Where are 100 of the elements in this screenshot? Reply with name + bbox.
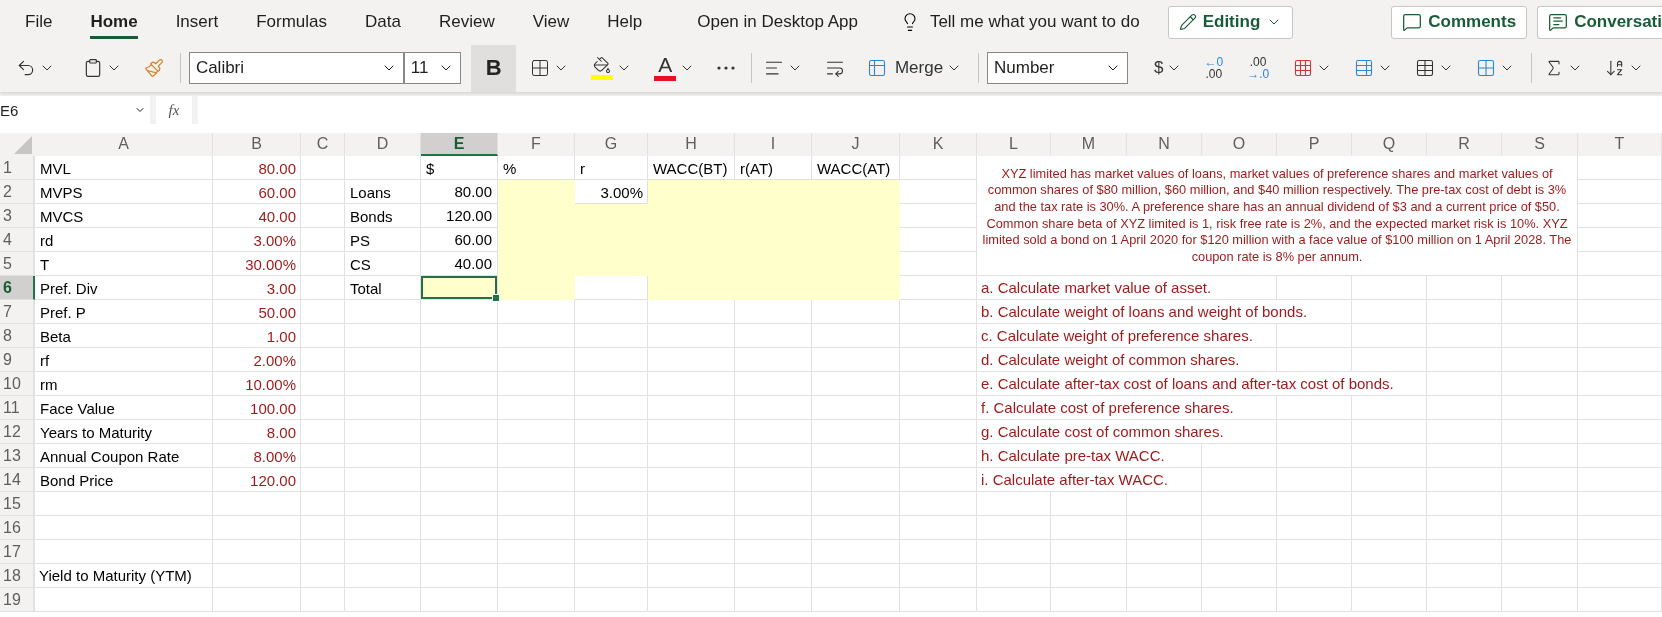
menu-tab[interactable]: Formulas [256, 5, 328, 39]
table-cell-text: 3.00% [599, 182, 644, 203]
increase-decimal-button[interactable]: ←0 .00 [1200, 56, 1228, 80]
row-header[interactable]: 19 [0, 588, 35, 612]
menu-tab[interactable]: Home [90, 5, 138, 39]
column-header[interactable]: Q [1352, 133, 1427, 156]
column-header[interactable]: E [421, 133, 498, 156]
table-cell-text: 3.00 [265, 278, 297, 299]
column-header[interactable]: D [345, 133, 421, 156]
fill-handle[interactable] [492, 294, 500, 302]
conversations-button[interactable]: Conversati [1537, 5, 1662, 39]
search-field[interactable]: Tell me what you want to do [929, 12, 1140, 32]
column-header[interactable]: C [301, 133, 345, 156]
column-header[interactable]: O [1202, 133, 1277, 156]
table-cell-text: r [579, 158, 586, 179]
currency-button[interactable]: $ [1149, 50, 1187, 86]
table-cell-text: 60.00 [257, 182, 297, 203]
column-header[interactable]: R [1427, 133, 1502, 156]
table-cell-text: Total [349, 278, 383, 299]
row-header[interactable]: 5 [0, 252, 35, 276]
table-cell-text: Bond Price [39, 470, 115, 491]
row-header[interactable]: 9 [0, 348, 35, 372]
row-header[interactable]: 4 [0, 228, 35, 252]
column-header[interactable]: H [648, 133, 735, 156]
row-header[interactable]: 2 [0, 180, 35, 204]
selected-cell[interactable] [421, 276, 498, 300]
comments-button[interactable]: Comments [1391, 5, 1528, 39]
table-cell-text: MVCS [39, 206, 85, 227]
table-cell-text: 8.00% [252, 446, 297, 467]
paintbrush-icon [144, 58, 164, 78]
row-header[interactable]: 3 [0, 204, 35, 228]
menu-tab[interactable]: Help [607, 5, 643, 39]
row-header[interactable]: 1 [0, 156, 35, 180]
menu-tab[interactable]: View [532, 5, 570, 39]
editing-button[interactable]: Editing [1167, 5, 1294, 39]
table-cell-text: CS [349, 254, 372, 275]
table-cell-text: 8.00 [265, 422, 297, 443]
row-header[interactable]: 12 [0, 420, 35, 444]
column-header[interactable]: T [1578, 133, 1662, 156]
menu-tab[interactable]: Insert [175, 5, 219, 39]
font-color-button[interactable]: A [650, 50, 700, 86]
table-cell-text: Bonds [349, 206, 394, 227]
table-cell-text: T [39, 254, 51, 275]
font-size-field[interactable]: 11 [403, 52, 462, 84]
menu-tab[interactable]: Data [365, 5, 401, 39]
decrease-decimal-button[interactable]: .00 →.0 [1243, 56, 1274, 80]
column-header[interactable]: P [1277, 133, 1352, 156]
open-desktop-link[interactable]: Open in Desktop App [697, 12, 858, 32]
table-cell-text: 2.00% [252, 350, 297, 371]
paint-bucket-icon [591, 56, 614, 80]
function-button[interactable]: fx [156, 96, 192, 124]
more-icon [717, 66, 736, 70]
row-header[interactable]: 16 [0, 516, 35, 540]
column-header[interactable]: F [498, 133, 575, 156]
row-header[interactable]: 6 [0, 276, 35, 300]
merge-button[interactable]: Merge [863, 50, 967, 86]
table-cell-text: Pref. P [39, 302, 87, 323]
table-cell-text: 80.00 [257, 158, 297, 179]
menu-tab[interactable]: Review [438, 5, 495, 39]
row-header[interactable]: 17 [0, 540, 35, 564]
formula-field[interactable] [198, 96, 1662, 124]
column-header[interactable]: L [977, 133, 1051, 156]
menu-tab[interactable]: File [25, 5, 53, 39]
comment-icon [1402, 12, 1423, 32]
column-header[interactable]: G [575, 133, 648, 156]
column-header[interactable]: K [900, 133, 977, 156]
table-icon [1415, 58, 1436, 78]
row-header[interactable]: 14 [0, 468, 35, 492]
table-cell-text: 10.00% [244, 374, 297, 395]
table-cell-text: 120.00 [249, 470, 297, 491]
row-header[interactable]: 18 [0, 564, 35, 588]
table-cell-text: Years to Maturity [39, 422, 153, 443]
table-cell-text: 30.00% [244, 254, 297, 275]
column-header[interactable]: A [35, 133, 213, 156]
table-cell-text: Beta [39, 326, 72, 347]
row-header[interactable]: 7 [0, 300, 35, 324]
column-header[interactable]: N [1127, 133, 1202, 156]
font-field[interactable]: Calibri [188, 52, 404, 84]
column-header[interactable]: B [213, 133, 301, 156]
bold-button[interactable]: B [471, 44, 517, 92]
row-header[interactable]: 8 [0, 324, 35, 348]
column-header[interactable]: J [812, 133, 900, 156]
table-cell-text: WACC(AT) [816, 158, 892, 179]
row-header[interactable]: 13 [0, 444, 35, 468]
table-cell-text: 100.00 [249, 398, 297, 419]
column-header[interactable]: M [1051, 133, 1127, 156]
row-header[interactable]: 10 [0, 372, 35, 396]
column-header[interactable]: I [735, 133, 812, 156]
row-header[interactable]: 11 [0, 396, 35, 420]
name-box[interactable]: E6 [0, 96, 150, 124]
table-cell-text: rm [39, 374, 59, 395]
table-cell-text: MVL [39, 158, 72, 179]
number-format-field[interactable]: Number [987, 52, 1128, 84]
sort-icon [1605, 58, 1625, 78]
undo-icon [16, 58, 36, 78]
table-cell-text: rf [39, 350, 51, 371]
table-cell-text: 50.00 [257, 302, 297, 323]
row-header[interactable]: 15 [0, 492, 35, 516]
column-header[interactable]: S [1502, 133, 1578, 156]
merge-icon [867, 58, 888, 78]
